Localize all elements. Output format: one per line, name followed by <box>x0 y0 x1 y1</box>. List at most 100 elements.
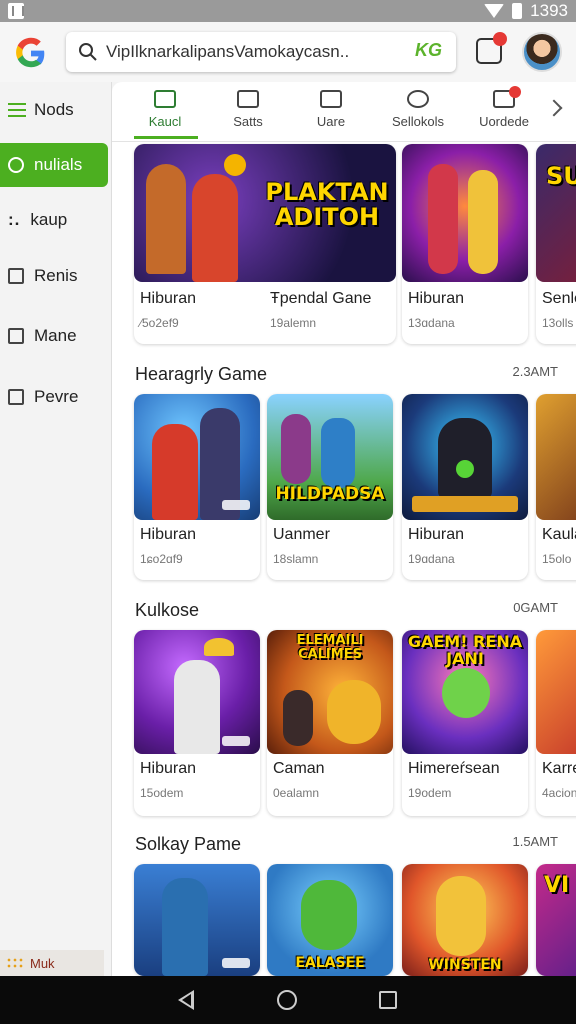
tab-label: Uordede <box>479 114 529 129</box>
game-art-text: ELEMAILI CALIMES <box>296 633 364 662</box>
google-logo-icon[interactable] <box>12 34 50 72</box>
tab-uare[interactable]: Uare <box>286 90 376 129</box>
dots-icon: :. <box>8 210 21 229</box>
sidebar-item-nods[interactable]: Nods <box>0 88 112 132</box>
status-right: 1393 <box>484 1 568 21</box>
card-title: Hiburan <box>140 760 197 777</box>
featured-card[interactable]: PLAKTAN ADITOH Hiburan ⁄5o2ef9 Ŧpendal G… <box>134 144 396 344</box>
tab-kaucl[interactable]: Kaucl <box>120 90 210 129</box>
game-card[interactable] <box>134 864 260 976</box>
close-box-icon <box>8 328 24 344</box>
section-meta[interactable]: 1.5AMT <box>512 834 558 849</box>
game-card[interactable]: WINSTEN <box>402 864 528 976</box>
recent-apps-icon[interactable] <box>379 991 397 1009</box>
card-subtitle: 13ɑdana <box>408 316 455 330</box>
game-art-text: EALASEE <box>295 955 365 971</box>
game-card[interactable]: VI <box>536 864 576 976</box>
game-card[interactable]: Hiburan 1ɕo2ɑf9 <box>134 394 260 580</box>
card-title: Karre <box>542 760 576 777</box>
tab-label: Kaucl <box>148 114 182 129</box>
sidebar-item-mane[interactable]: Mane <box>0 314 112 358</box>
sidebar-item-label: nulials <box>34 155 83 174</box>
game-thumbnail: WINSTEN <box>402 864 528 976</box>
card-subtitle: 19odem <box>408 786 452 800</box>
section-title: Kulkose <box>135 600 200 620</box>
search-text: VipIlknarkalipansVamokaycasn.. <box>106 42 350 61</box>
game-card[interactable]: Karre 4acion <box>536 630 576 816</box>
card-title: Hiburan <box>408 526 465 543</box>
close-box-icon <box>320 90 342 108</box>
game-art-text: PLAKTAN ADITOH <box>265 178 389 232</box>
game-card[interactable]: GAEM! RENA JANI Himereŕsean 19odem <box>402 630 528 816</box>
notification-icon <box>8 3 24 19</box>
game-thumbnail: GAEM! RENA JANI <box>402 630 528 754</box>
sidebar-item-kaup[interactable]: :. kaup <box>0 198 112 242</box>
card-subtitle: 4acion <box>542 786 576 800</box>
card-subtitle: 15olo <box>542 552 572 566</box>
game-card[interactable]: HILDPADSA Uanmer 18slamn <box>267 394 393 580</box>
card-subtitle: 18slamn <box>273 552 319 566</box>
sidebar-footer-label: Muk <box>30 955 55 971</box>
game-card[interactable]: Kaula 15olo <box>536 394 576 580</box>
kg-badge[interactable]: KG <box>415 40 442 61</box>
sidebar-item-label: Pevre <box>34 387 79 406</box>
tab-bar: Kaucl Satts Uare Sellokols Uordede <box>112 82 576 142</box>
sidebar-item-label: Renis <box>34 266 78 285</box>
back-icon[interactable] <box>178 990 194 1010</box>
tab-label: Satts <box>233 114 263 129</box>
game-art-text: WINSTEN <box>428 957 502 973</box>
status-bar: 1393 <box>0 0 576 22</box>
card-title: Hiburan <box>140 290 197 307</box>
card-title: Ŧpendal Gane <box>270 290 372 307</box>
game-thumbnail: VI <box>536 864 576 976</box>
sidebar-footer[interactable]: Muk <box>0 950 104 976</box>
game-thumbnail: PLAKTAN ADITOH <box>134 144 396 282</box>
window-icon <box>8 389 24 405</box>
section-title: Hearagrly Game <box>135 364 268 384</box>
wifi-icon <box>484 4 505 18</box>
game-card[interactable]: Hiburan 19ɑdana <box>402 394 528 580</box>
tab-uordede[interactable]: Uordede <box>459 86 549 129</box>
section-meta[interactable]: 0GAMT <box>513 600 558 615</box>
search-input[interactable]: VipIlknarkalipansVamokaycasn.. KG <box>66 32 456 72</box>
search-icon <box>8 157 24 173</box>
section-title: Solkay Pame <box>135 834 242 854</box>
sidebar-item-nulials[interactable]: nulials <box>0 143 108 187</box>
avatar[interactable] <box>522 32 562 72</box>
battery-icon <box>512 3 523 19</box>
tab-satts[interactable]: Satts <box>203 90 293 129</box>
card-title: Senle <box>542 290 576 307</box>
game-thumbnail: SU <box>536 144 576 282</box>
card-title: Himereŕsean <box>408 760 500 777</box>
game-thumbnail <box>536 394 576 520</box>
status-time: 1393 <box>530 1 568 20</box>
game-thumbnail <box>402 144 528 282</box>
tab-sellokols[interactable]: Sellokols <box>373 90 463 129</box>
home-icon[interactable] <box>277 990 297 1010</box>
card-title: Hiburan <box>140 526 197 543</box>
tab-badge-icon <box>509 86 521 98</box>
game-art-text: VI <box>544 873 570 898</box>
navigation-bar <box>0 976 576 1024</box>
card-subtitle: 13olls <box>542 316 574 330</box>
game-thumbnail <box>536 630 576 754</box>
section-meta[interactable]: 2.3AMT <box>512 364 558 379</box>
search-icon <box>79 43 97 61</box>
featured-card[interactable]: Hiburan 13ɑdana <box>402 144 528 344</box>
sidebar-item-renis[interactable]: Renis <box>0 254 112 298</box>
sidebar-item-pevre[interactable]: Pevre <box>0 375 112 419</box>
featured-card[interactable]: SU Senle 13olls <box>536 144 576 344</box>
sidebar-item-label: kaup <box>30 210 68 229</box>
game-thumbnail <box>402 394 528 520</box>
edit-icon <box>154 90 176 108</box>
card-title: Hiburan <box>408 290 465 307</box>
card-subtitle: 19alemn <box>270 316 317 330</box>
notifications-button[interactable] <box>476 32 507 64</box>
game-card[interactable]: Hiburan 15odem <box>134 630 260 816</box>
game-card[interactable]: ELEMAILI CALIMES Caman 0ealamn <box>267 630 393 816</box>
game-card[interactable]: EALASEE <box>267 864 393 976</box>
sidebar: Nods nulials :. kaup Renis Mane Pevre Mu… <box>0 82 112 976</box>
news-icon <box>237 90 259 108</box>
clipboard-icon <box>8 268 24 284</box>
card-subtitle: 15odem <box>140 786 184 800</box>
